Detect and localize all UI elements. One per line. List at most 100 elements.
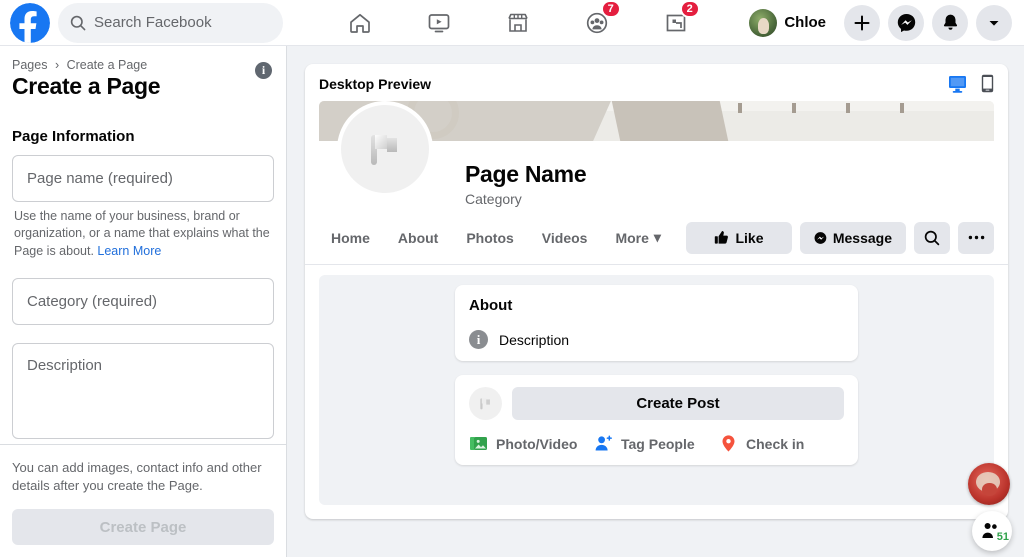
about-card-heading: About bbox=[469, 297, 513, 314]
search-icon bbox=[70, 15, 86, 30]
profile-name: Chloe bbox=[784, 14, 826, 31]
search-icon bbox=[924, 230, 940, 245]
composer-actions: Photo/Video Tag People Check in bbox=[469, 434, 844, 453]
sidebar-content: Pages › Create a Page Create a Page Page… bbox=[0, 46, 286, 444]
chevron-down-icon: ▾ bbox=[653, 229, 661, 245]
description-input[interactable] bbox=[12, 342, 274, 439]
tag-people-label: Tag People bbox=[621, 435, 695, 452]
photo-video-label: Photo/Video bbox=[496, 435, 578, 452]
info-icon: i bbox=[469, 330, 488, 349]
topbar-right: Chloe bbox=[745, 4, 1024, 41]
info-icon[interactable]: i bbox=[255, 62, 272, 79]
contacts-count: 51 bbox=[996, 531, 1009, 543]
nav-gaming[interactable]: 2 bbox=[648, 0, 704, 43]
photo-video-button[interactable]: Photo/Video bbox=[469, 434, 594, 453]
create-page-sidebar: i Pages › Create a Page Create a Page Pa… bbox=[0, 46, 287, 557]
monitor-icon[interactable] bbox=[948, 75, 967, 93]
breadcrumb-current: Create a Page bbox=[66, 58, 148, 72]
thumbs-up-icon bbox=[715, 231, 729, 244]
photo-icon bbox=[470, 437, 487, 450]
page-identity: Page Name Category bbox=[305, 101, 1008, 215]
tag-person-icon bbox=[595, 435, 612, 451]
page-identity-text: Page Name Category bbox=[465, 161, 587, 215]
nav-groups[interactable]: 7 bbox=[569, 0, 625, 43]
mobile-icon[interactable] bbox=[981, 74, 994, 93]
message-button[interactable]: Message bbox=[800, 221, 906, 254]
message-button-label: Message bbox=[832, 229, 892, 246]
video-play-icon bbox=[428, 13, 449, 32]
account-menu-button[interactable] bbox=[976, 4, 1012, 41]
footer-note: You can add images, contact info and oth… bbox=[12, 460, 262, 494]
about-description-label: Description bbox=[499, 331, 570, 348]
messenger-button[interactable] bbox=[888, 4, 924, 41]
page-feed-area: About i Description Create Post Photo/Vi… bbox=[319, 275, 994, 505]
create-button[interactable] bbox=[844, 4, 880, 41]
notifications-button[interactable] bbox=[932, 4, 968, 41]
page-name-input[interactable] bbox=[12, 155, 274, 202]
page-search-button[interactable] bbox=[914, 221, 950, 254]
about-card: About i Description bbox=[455, 285, 858, 361]
preview-view-toggle bbox=[948, 74, 994, 93]
home-icon bbox=[349, 13, 370, 33]
page-tab-more-label: More bbox=[615, 229, 649, 246]
location-pin-icon bbox=[722, 435, 735, 452]
preview-header: Desktop Preview bbox=[305, 64, 1008, 101]
page-tab-more[interactable]: More ▾ bbox=[603, 221, 672, 254]
search-placeholder: Search Facebook bbox=[94, 14, 212, 31]
facebook-logo-icon[interactable] bbox=[10, 2, 50, 43]
page-tabs: Home About Photos Videos More ▾ Like Mes… bbox=[305, 215, 1008, 265]
ellipsis-icon bbox=[968, 235, 984, 240]
like-button-label: Like bbox=[735, 229, 764, 246]
breadcrumb-root[interactable]: Pages bbox=[12, 58, 47, 72]
like-button[interactable]: Like bbox=[686, 221, 792, 254]
breadcrumb-separator: › bbox=[54, 58, 60, 72]
flag-placeholder-icon bbox=[371, 135, 397, 165]
nav-marketplace[interactable] bbox=[490, 3, 546, 43]
page-tab-videos[interactable]: Videos bbox=[530, 222, 600, 254]
messenger-icon bbox=[814, 231, 827, 244]
page-action-buttons: Like Message bbox=[686, 221, 994, 254]
page-name-helper-text: Use the name of your business, brand or … bbox=[14, 208, 272, 260]
learn-more-link[interactable]: Learn More bbox=[97, 244, 161, 258]
chevron-down-icon bbox=[989, 20, 999, 26]
search-input[interactable]: Search Facebook bbox=[58, 2, 283, 43]
sidebar-footer: You can add images, contact info and oth… bbox=[0, 444, 286, 557]
page-title: Create a Page bbox=[12, 73, 161, 99]
avatar bbox=[749, 8, 778, 37]
section-heading: Page Information bbox=[12, 128, 135, 145]
page-category: Category bbox=[465, 191, 522, 207]
create-post-button[interactable]: Create Post bbox=[512, 387, 844, 420]
topbar-nav: 7 2 bbox=[290, 0, 745, 43]
category-input[interactable] bbox=[12, 277, 274, 325]
flag-placeholder-icon bbox=[480, 398, 490, 410]
check-in-button[interactable]: Check in bbox=[719, 434, 844, 453]
plus-icon bbox=[854, 15, 870, 30]
page-tab-about[interactable]: About bbox=[386, 222, 450, 254]
feed-column: About i Description Create Post Photo/Vi… bbox=[455, 285, 858, 465]
tag-people-button[interactable]: Tag People bbox=[594, 434, 719, 453]
page-name: Page Name bbox=[465, 161, 587, 187]
check-in-label: Check in bbox=[746, 435, 805, 452]
composer-top-row: Create Post bbox=[469, 387, 844, 420]
groups-badge: 7 bbox=[600, 0, 621, 18]
page-avatar[interactable] bbox=[337, 101, 433, 197]
nav-watch[interactable] bbox=[411, 3, 467, 43]
breadcrumb: Pages › Create a Page bbox=[12, 58, 274, 72]
about-description-row: i Description bbox=[469, 330, 844, 349]
preview-title: Desktop Preview bbox=[319, 75, 432, 92]
profile-link[interactable]: Chloe bbox=[745, 5, 836, 41]
topbar-left: Search Facebook bbox=[0, 2, 290, 43]
contacts-button[interactable]: 51 bbox=[972, 511, 1012, 551]
floating-chat-avatar[interactable] bbox=[968, 463, 1010, 505]
page-body: i Pages › Create a Page Create a Page Pa… bbox=[0, 46, 1024, 557]
nav-home[interactable] bbox=[332, 3, 388, 43]
store-icon bbox=[507, 13, 528, 32]
bell-icon bbox=[943, 14, 957, 30]
page-tab-home[interactable]: Home bbox=[319, 222, 382, 254]
preview-area: Desktop Preview Page Name Category Home … bbox=[287, 46, 1024, 557]
page-tab-photos[interactable]: Photos bbox=[454, 222, 525, 254]
messenger-icon bbox=[897, 14, 915, 32]
page-more-options-button[interactable] bbox=[958, 221, 994, 254]
preview-card: Desktop Preview Page Name Category Home … bbox=[305, 64, 1008, 519]
create-page-button[interactable]: Create Page bbox=[12, 509, 274, 545]
